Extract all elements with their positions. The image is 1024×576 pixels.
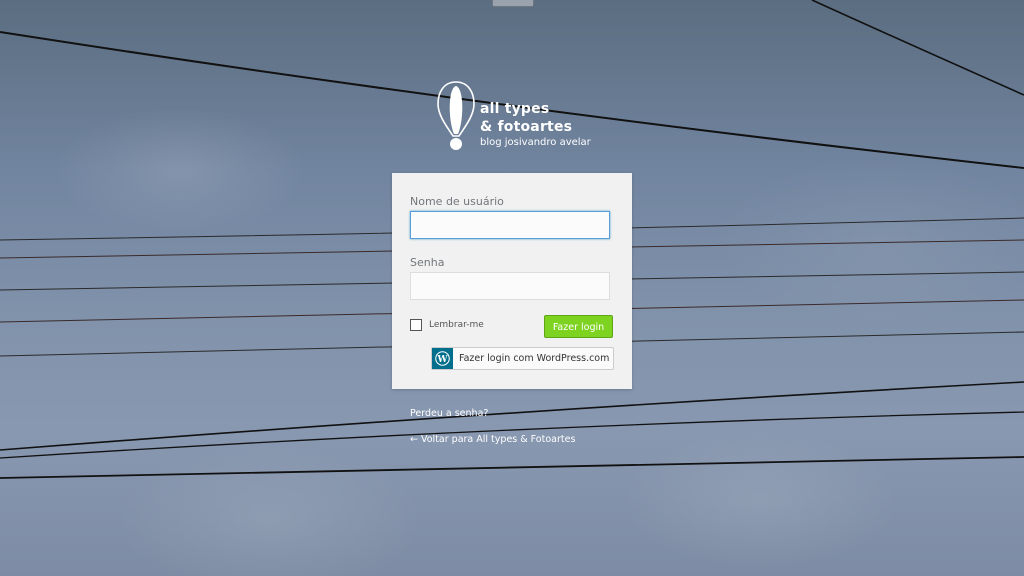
wordpress-login-label: Fazer login com WordPress.com bbox=[459, 353, 610, 364]
logo-title-line1: all types bbox=[480, 101, 550, 117]
username-label: Nome de usuário bbox=[410, 195, 504, 208]
wordpress-icon: W bbox=[432, 348, 453, 369]
remember-label: Lembrar-me bbox=[429, 320, 484, 330]
logo-title-line2: & fotoartes bbox=[480, 119, 573, 135]
password-input[interactable] bbox=[410, 272, 610, 300]
wordpress-login-button[interactable]: W Fazer login com WordPress.com bbox=[431, 347, 614, 370]
top-admin-tab[interactable] bbox=[492, 0, 534, 7]
login-button[interactable]: Fazer login bbox=[544, 315, 613, 338]
lost-password-link[interactable]: Perdeu a senha? bbox=[410, 408, 488, 419]
back-to-site-link[interactable]: ← Voltar para All types & Fotoartes bbox=[410, 434, 575, 445]
svg-text:W: W bbox=[436, 355, 448, 365]
exclamation-balloon-logo-icon bbox=[437, 81, 475, 150]
login-form: Nome de usuário Senha Lembrar-me Fazer l… bbox=[392, 173, 632, 389]
logo-text: all types & fotoartes blog josivandro av… bbox=[480, 100, 591, 149]
remember-checkbox[interactable] bbox=[410, 319, 422, 331]
password-label: Senha bbox=[410, 256, 445, 269]
remember-me[interactable]: Lembrar-me bbox=[410, 319, 484, 331]
site-logo[interactable]: all types & fotoartes blog josivandro av… bbox=[436, 80, 596, 152]
username-input[interactable] bbox=[410, 211, 610, 239]
logo-subtitle: blog josivandro avelar bbox=[480, 137, 591, 148]
